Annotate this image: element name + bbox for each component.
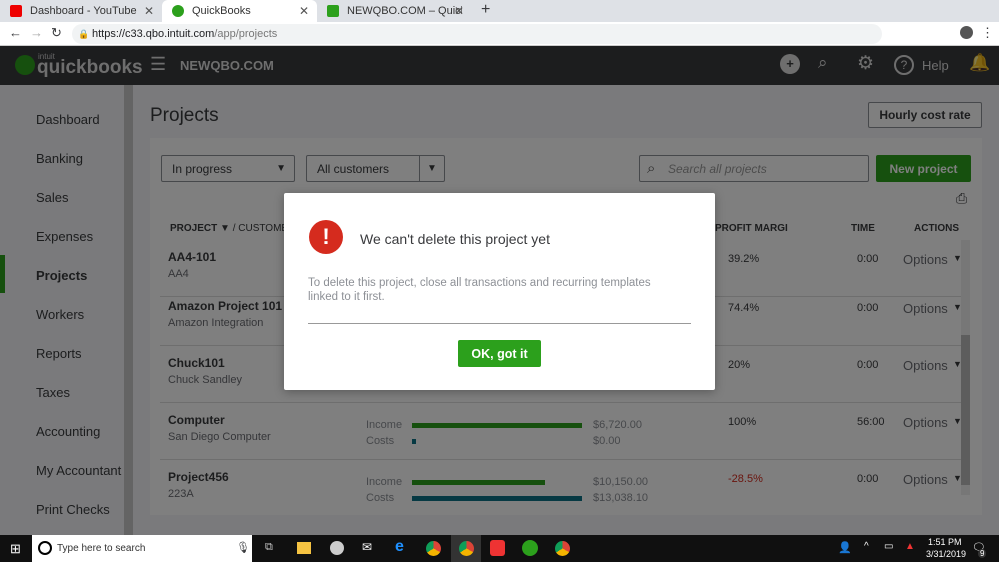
lock-icon: 🔒 xyxy=(78,29,90,39)
close-tab-icon[interactable]: ✕ xyxy=(299,4,309,18)
tab-label: Dashboard - YouTube xyxy=(30,5,137,17)
ok-got-it-button[interactable]: OK, got it xyxy=(458,340,541,367)
quickbooks-icon xyxy=(172,5,184,17)
newqbo-icon xyxy=(327,5,339,17)
dialog-message: To delete this project, close all transa… xyxy=(308,277,651,303)
edge-icon[interactable]: e xyxy=(395,538,404,556)
people-icon[interactable]: 👤 xyxy=(838,541,852,554)
browser-tab-bar: Dashboard - YouTube ✕ QuickBooks ✕ NEWQBO.… xyxy=(0,0,999,22)
dialog-title: We can't delete this project yet xyxy=(360,231,550,247)
reload-icon[interactable]: ↻ xyxy=(51,25,62,41)
back-icon[interactable]: ← xyxy=(9,25,22,40)
tab-youtube[interactable]: Dashboard - YouTube ✕ xyxy=(0,0,162,22)
forward-icon[interactable]: → xyxy=(30,25,43,40)
task-view-icon[interactable]: ⧉ xyxy=(265,541,273,554)
cortana-icon xyxy=(38,541,52,555)
tab-quickbooks[interactable]: QuickBooks ✕ xyxy=(162,0,317,22)
chrome-active-icon[interactable] xyxy=(451,535,481,562)
clock-time[interactable]: 1:51 PM xyxy=(928,537,962,547)
profile-avatar[interactable] xyxy=(960,26,973,39)
tab-label: NEWQBO.COM – QuickBooks Or xyxy=(347,5,462,17)
windows-taskbar: ⊞ Type here to search 🎙 ⧉ ✉ e 👤 ^ ▭ ▲ 1:… xyxy=(0,535,999,562)
url-field[interactable]: 🔒 https://c33.qbo.intuit.com/app/projects xyxy=(72,24,882,44)
network-icon[interactable]: ▲ xyxy=(905,541,915,552)
windows-start-icon[interactable]: ⊞ xyxy=(10,541,21,557)
notification-count: 9 xyxy=(978,549,987,558)
chrome-profile-icon[interactable] xyxy=(555,541,570,556)
microphone-icon[interactable]: 🎙 xyxy=(236,541,250,554)
taskbar-search-placeholder: Type here to search xyxy=(57,543,146,554)
error-dialog: ! We can't delete this project yet To de… xyxy=(284,193,715,390)
clock-date[interactable]: 3/31/2019 xyxy=(926,549,966,559)
youtube-icon xyxy=(10,5,22,17)
app-icon[interactable] xyxy=(330,541,344,555)
tab-label: QuickBooks xyxy=(192,5,251,17)
tab-newqbo[interactable]: NEWQBO.COM – QuickBooks Or✕ xyxy=(317,0,472,22)
new-tab-button[interactable]: + xyxy=(481,1,490,19)
chrome-icon[interactable] xyxy=(426,541,441,556)
dialog-divider xyxy=(308,323,691,324)
address-bar-row: ← → ↻ 🔒 https://c33.qbo.intuit.com/app/pr… xyxy=(0,22,999,46)
file-explorer-icon[interactable] xyxy=(297,542,311,554)
menu-icon[interactable]: ⋮ xyxy=(981,25,994,41)
quickbooks-taskbar-icon[interactable] xyxy=(522,540,538,556)
close-tab-icon[interactable]: ✕ xyxy=(454,4,464,18)
vivaldi-icon[interactable] xyxy=(490,540,505,556)
close-tab-icon[interactable]: ✕ xyxy=(144,4,154,18)
error-icon: ! xyxy=(309,220,343,254)
taskbar-search-box[interactable]: Type here to search 🎙 xyxy=(32,535,252,562)
url-host: https://c33.qbo.intuit.com xyxy=(92,28,215,40)
url-path: /app/projects xyxy=(214,28,278,40)
battery-icon[interactable]: ▭ xyxy=(884,541,893,552)
chevron-up-icon[interactable]: ^ xyxy=(864,541,869,552)
mail-icon[interactable]: ✉ xyxy=(362,540,372,554)
